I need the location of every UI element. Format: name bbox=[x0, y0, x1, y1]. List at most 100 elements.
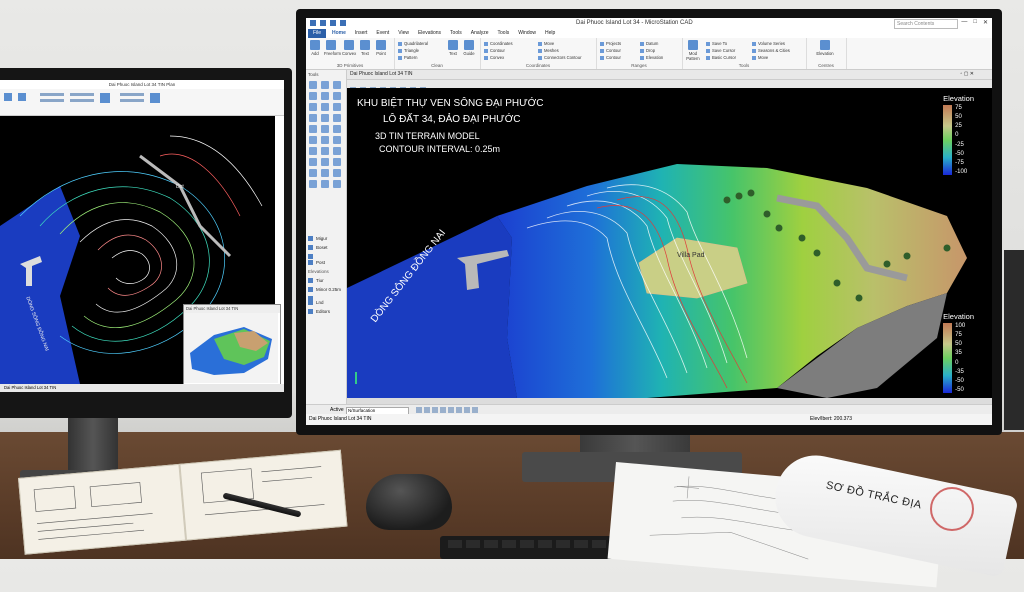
fence-tool-icon[interactable] bbox=[333, 158, 341, 166]
mirror-tool-icon[interactable] bbox=[321, 114, 329, 122]
freeform-button[interactable]: Freeform bbox=[324, 40, 341, 56]
terrain-view[interactable]: KHU BIỆT THỰ VEN SÔNG ĐẠI PHƯỚC LÔ ĐẤT 3… bbox=[347, 88, 992, 398]
menu-analyze[interactable]: Analyze bbox=[471, 30, 489, 36]
contour-tool-icon[interactable] bbox=[321, 169, 329, 177]
quadrilateral-button[interactable]: Quadrilateral bbox=[398, 41, 428, 46]
tool-item-migur[interactable]: Migur bbox=[308, 234, 341, 243]
close-icon[interactable]: ✕ bbox=[983, 19, 988, 26]
minimize-icon[interactable]: — bbox=[961, 19, 967, 26]
locks-icon[interactable] bbox=[432, 407, 438, 413]
accudraw-icon[interactable] bbox=[440, 407, 446, 413]
tool-item-boset[interactable]: Boset bbox=[308, 243, 341, 252]
group-tool-icon[interactable] bbox=[321, 158, 329, 166]
file-menu[interactable]: File bbox=[308, 29, 326, 38]
mod-pattern-button[interactable]: Mod Pattern bbox=[684, 40, 702, 61]
contour-range-button-2[interactable]: Contour bbox=[600, 55, 621, 60]
volume-series-button[interactable]: Volume Series bbox=[752, 41, 785, 46]
guide-button[interactable]: Guide bbox=[462, 40, 476, 56]
coordinates-button[interactable]: Coordinates bbox=[484, 41, 513, 46]
move-tools-button[interactable]: Move bbox=[752, 55, 768, 60]
pattern-button[interactable]: Pattern bbox=[398, 55, 418, 60]
hatch-tool-icon[interactable] bbox=[333, 136, 341, 144]
extend-tool-icon[interactable] bbox=[309, 125, 317, 133]
left-ribbon-item[interactable] bbox=[70, 93, 94, 96]
left-ribbon-item[interactable] bbox=[120, 99, 144, 102]
basic-cursor-button[interactable]: Basic Cursor bbox=[706, 55, 736, 60]
undo-icon[interactable] bbox=[330, 20, 336, 26]
left-ribbon-icon[interactable] bbox=[4, 93, 12, 101]
contour-button[interactable]: Contour bbox=[484, 48, 505, 53]
drop-button[interactable]: Drop bbox=[640, 48, 655, 53]
move-button[interactable]: Move bbox=[538, 41, 554, 46]
chamfer-tool-icon[interactable] bbox=[333, 125, 341, 133]
contour-range-button[interactable]: Contour bbox=[600, 48, 621, 53]
connectors-contour-button[interactable]: Connectors Contour bbox=[538, 55, 581, 60]
scale-tool-icon[interactable] bbox=[309, 114, 317, 122]
copy-tool-icon[interactable] bbox=[321, 103, 329, 111]
menu-insert[interactable]: Insert bbox=[355, 30, 368, 36]
ortho-icon[interactable] bbox=[448, 407, 454, 413]
tool-item-lnd[interactable]: Lnd bbox=[308, 298, 341, 307]
left-ribbon-item[interactable] bbox=[40, 93, 64, 96]
text-tool-icon[interactable] bbox=[309, 136, 317, 144]
slope-tool-icon[interactable] bbox=[321, 180, 329, 188]
view-rotation-icon[interactable] bbox=[472, 407, 478, 413]
maximize-icon[interactable]: □ bbox=[973, 19, 977, 26]
arc-tool-icon[interactable] bbox=[333, 81, 341, 89]
convex-button[interactable]: Convex bbox=[342, 40, 356, 56]
tool-item-editors[interactable]: Editors bbox=[308, 307, 341, 316]
circle-tool-icon[interactable] bbox=[321, 92, 329, 100]
left-ribbon-icon[interactable] bbox=[18, 93, 26, 101]
measure-tool-icon[interactable] bbox=[309, 147, 317, 155]
tool-item-minor-interval[interactable]: Minor 0.25m bbox=[308, 285, 341, 294]
projects-button[interactable]: Projects bbox=[600, 41, 621, 46]
menu-window[interactable]: Window bbox=[518, 30, 536, 36]
menu-view[interactable]: View bbox=[398, 30, 409, 36]
dimension-tool-icon[interactable] bbox=[321, 136, 329, 144]
save-icon[interactable] bbox=[320, 20, 326, 26]
profile-tool-icon[interactable] bbox=[333, 169, 341, 177]
left-ribbon-icon[interactable] bbox=[100, 93, 110, 103]
volume-tool-icon[interactable] bbox=[309, 180, 317, 188]
menu-home[interactable]: Home bbox=[332, 30, 346, 36]
left-ribbon-item[interactable] bbox=[40, 99, 64, 102]
elevation-small-button[interactable]: Elevation bbox=[640, 55, 663, 60]
delete-tool-icon[interactable] bbox=[309, 158, 317, 166]
drape-tool-icon[interactable] bbox=[333, 180, 341, 188]
curve-tool-icon[interactable] bbox=[333, 92, 341, 100]
left-ribbon-item[interactable] bbox=[120, 93, 144, 96]
view-window-controls[interactable]: ▫ ▢ ✕ bbox=[961, 70, 974, 79]
save-cursor-button[interactable]: Save Cursor bbox=[706, 48, 735, 53]
menu-tools[interactable]: Tools bbox=[450, 30, 462, 36]
left-ribbon-icon[interactable] bbox=[150, 93, 160, 103]
grid-icon[interactable] bbox=[424, 407, 430, 413]
left-ribbon-item[interactable] bbox=[70, 99, 94, 102]
triangle-button[interactable]: Triangle bbox=[398, 48, 419, 53]
tool-item-tiur[interactable]: Tiur bbox=[308, 276, 341, 285]
meshes-button[interactable]: Meshes bbox=[538, 48, 559, 53]
convex-small-button[interactable]: Convex bbox=[484, 55, 504, 60]
point-button[interactable]: Point bbox=[374, 40, 388, 56]
tool-item-post[interactable]: Post bbox=[308, 258, 341, 267]
datum-button[interactable]: Datum bbox=[640, 41, 658, 46]
move-tool-icon[interactable] bbox=[309, 103, 317, 111]
menu-tools-2[interactable]: Tools bbox=[498, 30, 510, 36]
text-button[interactable]: Text bbox=[358, 40, 372, 56]
elevation-button[interactable]: Elevation bbox=[814, 40, 836, 56]
point-tool-icon[interactable] bbox=[321, 147, 329, 155]
measure-icon[interactable] bbox=[464, 407, 470, 413]
terrain-tool-icon[interactable] bbox=[309, 169, 317, 177]
fillet-tool-icon[interactable] bbox=[321, 125, 329, 133]
add-button[interactable]: Add bbox=[308, 40, 322, 56]
seasons-cities-button[interactable]: Seasons & Cities bbox=[752, 48, 790, 53]
snap-icon[interactable] bbox=[416, 407, 422, 413]
search-input[interactable]: Search Contents bbox=[894, 19, 958, 29]
element-info-icon[interactable] bbox=[456, 407, 462, 413]
clean-text-button[interactable]: Text bbox=[446, 40, 460, 56]
redo-icon[interactable] bbox=[340, 20, 346, 26]
preview-popup[interactable]: Dai Phuoc Island Lot 34 TIN bbox=[183, 304, 281, 386]
rotate-tool-icon[interactable] bbox=[333, 103, 341, 111]
save-to-button[interactable]: Save To bbox=[706, 41, 727, 46]
polygon-tool-icon[interactable] bbox=[309, 92, 317, 100]
menu-elevations[interactable]: Elevations bbox=[418, 30, 441, 36]
